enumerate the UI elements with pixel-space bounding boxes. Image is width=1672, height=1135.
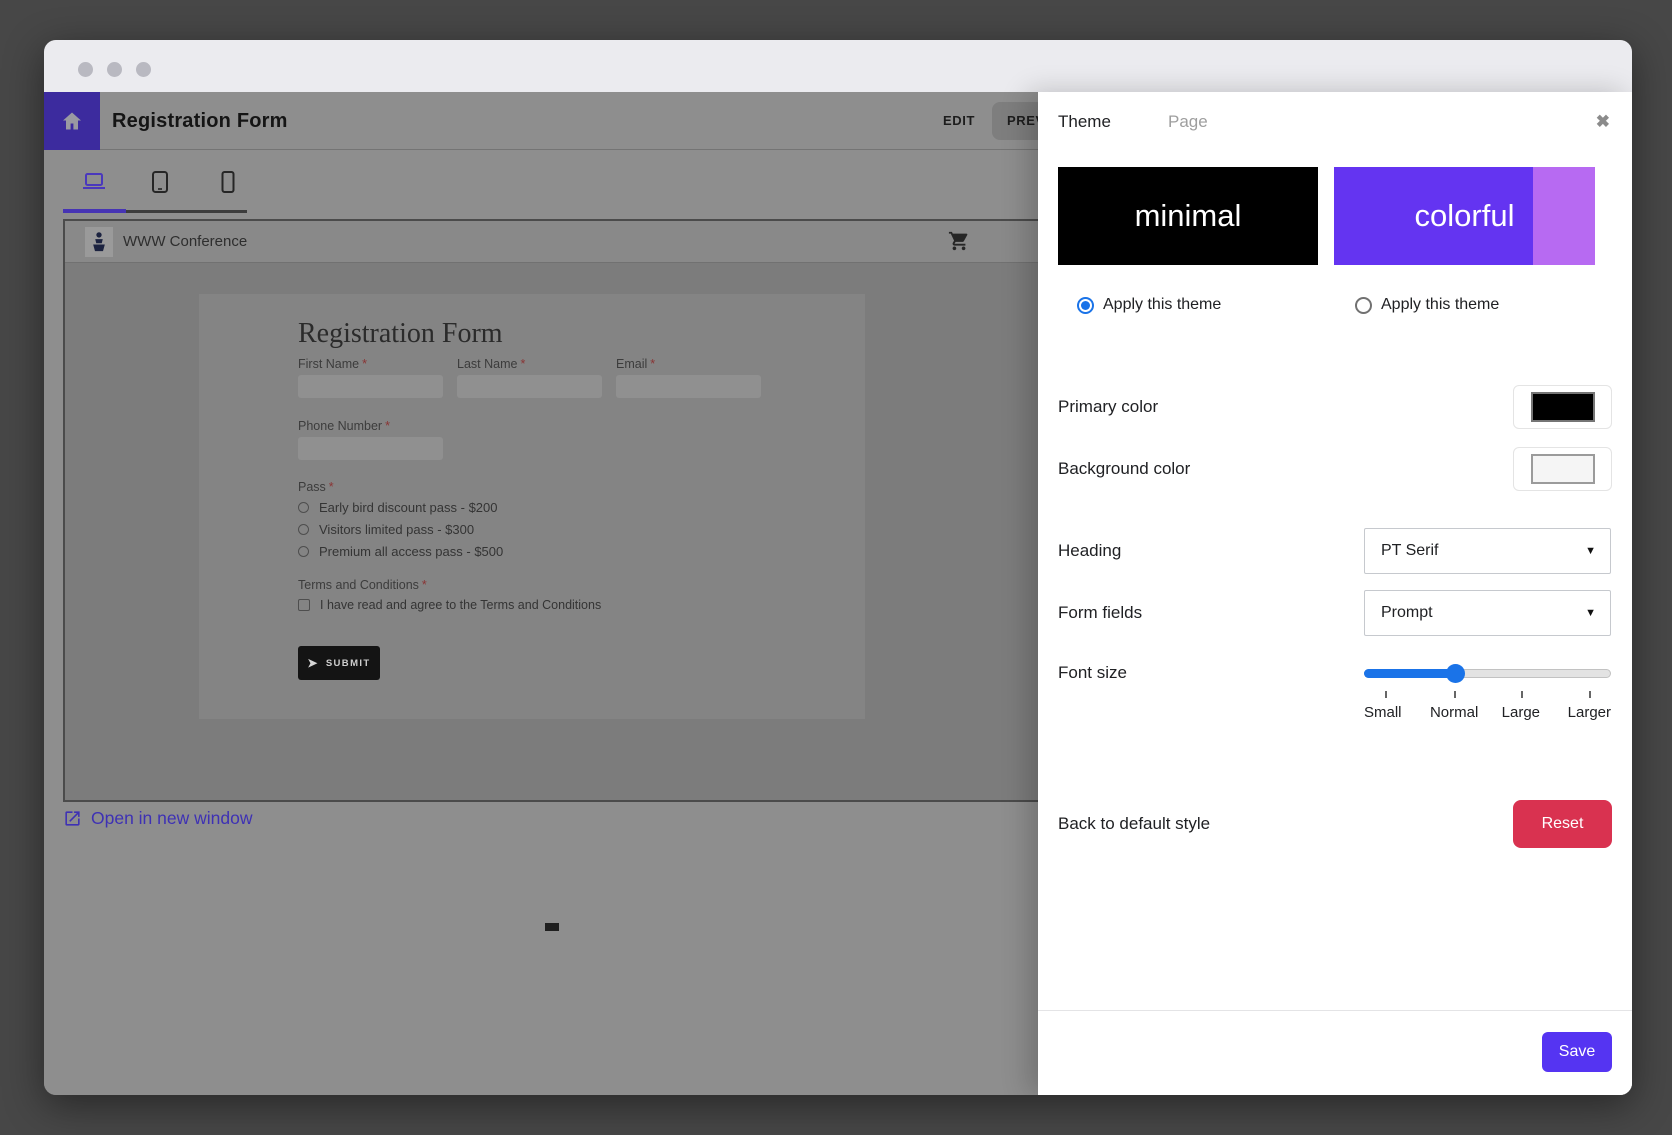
slider-label-large: Large <box>1502 704 1540 721</box>
theme-card-minimal[interactable]: minimal <box>1058 167 1318 265</box>
frame-resize-handle[interactable] <box>545 923 559 931</box>
radio-icon <box>298 546 309 557</box>
phone-number-input[interactable] <box>298 437 443 460</box>
font-size-label: Font size <box>1058 658 1127 688</box>
required-asterisk: * <box>422 578 427 592</box>
field-label-first-name: First Name* <box>298 357 367 371</box>
terms-checkbox-row[interactable]: I have read and agree to the Terms and C… <box>298 598 601 612</box>
checkbox-icon <box>298 599 310 611</box>
tablet-icon <box>151 170 169 194</box>
pass-option-early-bird[interactable]: Early bird discount pass - $200 <box>298 500 497 515</box>
slider-tick <box>1589 691 1591 698</box>
tab-theme[interactable]: Theme <box>1058 112 1111 132</box>
pass-option-visitors[interactable]: Visitors limited pass - $300 <box>298 522 474 537</box>
form-fields-font-select[interactable]: Prompt ▼ <box>1364 590 1611 636</box>
first-name-input[interactable] <box>298 375 443 398</box>
required-asterisk: * <box>520 357 525 371</box>
apply-theme-radio-minimal[interactable]: Apply this theme <box>1077 294 1221 316</box>
save-button[interactable]: Save <box>1542 1032 1612 1072</box>
radio-icon <box>298 524 309 535</box>
font-size-slider[interactable]: Small Normal Large Larger <box>1364 658 1611 728</box>
tab-tablet-view[interactable] <box>144 166 176 198</box>
terms-group-label: Terms and Conditions* <box>298 578 427 592</box>
page-title: Registration Form <box>112 92 288 150</box>
form-fields-font-label: Form fields <box>1058 590 1142 636</box>
slider-label-small: Small <box>1364 704 1402 721</box>
tab-mobile-view[interactable] <box>212 166 244 198</box>
site-logo <box>85 227 113 257</box>
home-button[interactable] <box>44 92 100 150</box>
phone-icon <box>221 170 235 194</box>
window-titlebar <box>44 40 1632 92</box>
preview-site-header: WWW Conference <box>65 221 1061 263</box>
slider-label-larger: Larger <box>1568 704 1611 721</box>
open-in-new-window-link[interactable]: Open in new window <box>63 808 252 829</box>
radio-selected-icon <box>1077 297 1094 314</box>
active-tab-underline <box>63 209 126 213</box>
theme-accent-strip <box>1533 167 1595 265</box>
background-color-label: Background color <box>1058 447 1190 491</box>
theme-settings-panel: Theme Page ✖ minimal colorful Apply this… <box>1038 92 1632 1095</box>
heading-font-select[interactable]: PT Serif ▼ <box>1364 528 1611 574</box>
slider-thumb[interactable] <box>1446 664 1465 683</box>
slider-label-normal: Normal <box>1430 704 1478 721</box>
slider-tick <box>1521 691 1523 698</box>
form-title: Registration Form <box>298 318 503 350</box>
speaker-podium-icon <box>89 231 109 253</box>
desktop-backdrop: Registration Form EDIT PREVIEW <box>0 0 1672 1135</box>
heading-font-label: Heading <box>1058 528 1121 574</box>
theme-card-colorful[interactable]: colorful <box>1334 167 1595 265</box>
back-to-default-label: Back to default style <box>1058 800 1210 848</box>
primary-color-chip <box>1531 392 1595 422</box>
field-label-last-name: Last Name* <box>457 357 525 371</box>
panel-footer: Save <box>1038 1010 1632 1095</box>
tab-strip-underline <box>126 210 247 213</box>
close-icon[interactable]: ✖ <box>1596 112 1610 132</box>
primary-color-picker[interactable] <box>1513 385 1612 429</box>
open-in-new-icon <box>63 809 82 828</box>
background-color-chip <box>1531 454 1595 484</box>
radio-unselected-icon <box>1355 297 1372 314</box>
tab-page[interactable]: Page <box>1168 112 1208 132</box>
edit-button[interactable]: EDIT <box>943 92 975 150</box>
browser-window: Registration Form EDIT PREVIEW <box>44 40 1632 1095</box>
laptop-icon <box>81 171 107 193</box>
traffic-light-dot[interactable] <box>136 62 151 77</box>
app-body: Registration Form EDIT PREVIEW <box>44 92 1632 1095</box>
radio-icon <box>298 502 309 513</box>
traffic-light-dot[interactable] <box>107 62 122 77</box>
last-name-input[interactable] <box>457 375 602 398</box>
submit-button[interactable]: ➤ SUBMIT <box>298 646 380 680</box>
slider-tick <box>1385 691 1387 698</box>
slider-tick <box>1454 691 1456 698</box>
required-asterisk: * <box>650 357 655 371</box>
home-icon <box>60 109 84 133</box>
required-asterisk: * <box>362 357 367 371</box>
site-name: WWW Conference <box>123 221 247 263</box>
background-color-picker[interactable] <box>1513 447 1612 491</box>
apply-theme-radio-colorful[interactable]: Apply this theme <box>1355 294 1499 316</box>
form-preview-frame: WWW Conference Registration Form First N… <box>63 219 1063 802</box>
chevron-down-icon: ▼ <box>1585 545 1596 557</box>
email-input[interactable] <box>616 375 761 398</box>
field-label-email: Email* <box>616 357 655 371</box>
required-asterisk: * <box>385 419 390 433</box>
pass-group-label: Pass* <box>298 480 334 494</box>
tab-desktop-view[interactable] <box>78 166 110 198</box>
chevron-down-icon: ▼ <box>1585 607 1596 619</box>
primary-color-label: Primary color <box>1058 385 1158 429</box>
required-asterisk: * <box>329 480 334 494</box>
field-label-phone: Phone Number* <box>298 419 390 433</box>
registration-form-card: Registration Form First Name* Last Name*… <box>199 294 865 719</box>
pass-option-premium[interactable]: Premium all access pass - $500 <box>298 544 503 559</box>
traffic-light-dot[interactable] <box>78 62 93 77</box>
cart-icon[interactable] <box>948 230 970 252</box>
reset-button[interactable]: Reset <box>1513 800 1612 848</box>
slider-fill <box>1364 669 1455 678</box>
send-icon: ➤ <box>307 656 318 670</box>
